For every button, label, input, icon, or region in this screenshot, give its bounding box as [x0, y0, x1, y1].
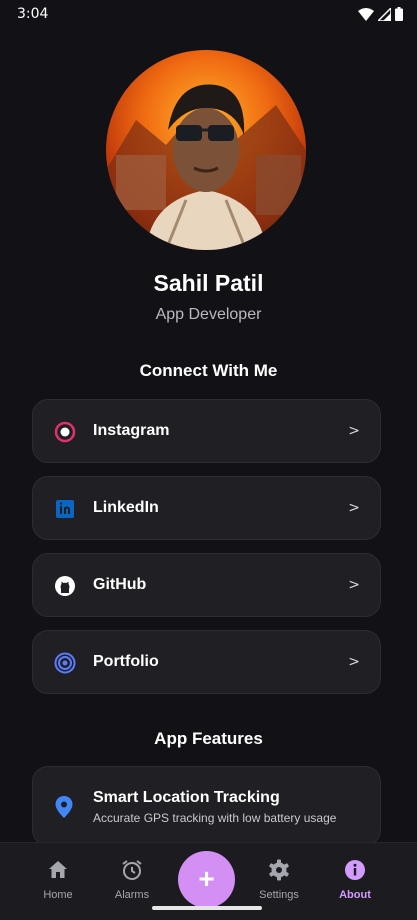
status-time: 3:04: [17, 6, 49, 22]
nav-home-label: Home: [43, 889, 73, 901]
home-icon: [49, 861, 67, 878]
chevron-right-icon: >: [348, 500, 360, 516]
instagram-link[interactable]: Instagram >: [32, 399, 381, 463]
feature-item: Smart Location Tracking Accurate GPS tra…: [32, 766, 381, 846]
add-button[interactable]: +: [178, 851, 235, 908]
github-label: GitHub: [93, 576, 147, 593]
instagram-icon: [54, 421, 76, 443]
feature-title: Smart Location Tracking: [93, 789, 280, 806]
chevron-right-icon: >: [348, 423, 360, 439]
gear-icon: [269, 859, 289, 881]
info-icon: [345, 860, 365, 880]
nav-alarms-label: Alarms: [114, 889, 150, 901]
profile-name: Sahil Patil: [153, 270, 264, 296]
github-link[interactable]: GitHub >: [32, 553, 381, 617]
wifi-icon: [358, 7, 374, 21]
cell-signal-icon: [378, 7, 391, 21]
instagram-label: Instagram: [93, 422, 170, 439]
linkedin-icon: [56, 500, 74, 518]
target-icon: [54, 652, 76, 674]
profile-avatar: [106, 50, 306, 250]
status-bar: 3:04: [0, 0, 417, 28]
profile-role: App Developer: [155, 306, 262, 323]
chevron-right-icon: >: [348, 654, 360, 670]
nav-alarms[interactable]: Alarms: [97, 859, 167, 901]
linkedin-link[interactable]: LinkedIn >: [32, 476, 381, 540]
github-icon: [55, 576, 75, 596]
feature-description: Accurate GPS tracking with low battery u…: [93, 811, 337, 825]
status-icons: [358, 7, 403, 21]
battery-icon: [395, 7, 403, 21]
portfolio-label: Portfolio: [93, 653, 159, 670]
portfolio-link[interactable]: Portfolio >: [32, 630, 381, 694]
plus-icon: +: [198, 862, 215, 894]
home-indicator[interactable]: [152, 906, 262, 910]
nav-about[interactable]: About: [320, 859, 390, 901]
nav-home[interactable]: Home: [23, 859, 93, 901]
location-pin-icon: [55, 796, 73, 818]
alarm-clock-icon: [122, 860, 142, 880]
connect-section-title: Connect With Me: [139, 361, 278, 380]
features-section-title: App Features: [154, 729, 263, 748]
nav-settings-label: Settings: [259, 889, 299, 901]
nav-about-label: About: [339, 889, 371, 901]
nav-settings[interactable]: Settings: [244, 859, 314, 901]
chevron-right-icon: >: [348, 577, 360, 593]
linkedin-label: LinkedIn: [93, 499, 159, 516]
